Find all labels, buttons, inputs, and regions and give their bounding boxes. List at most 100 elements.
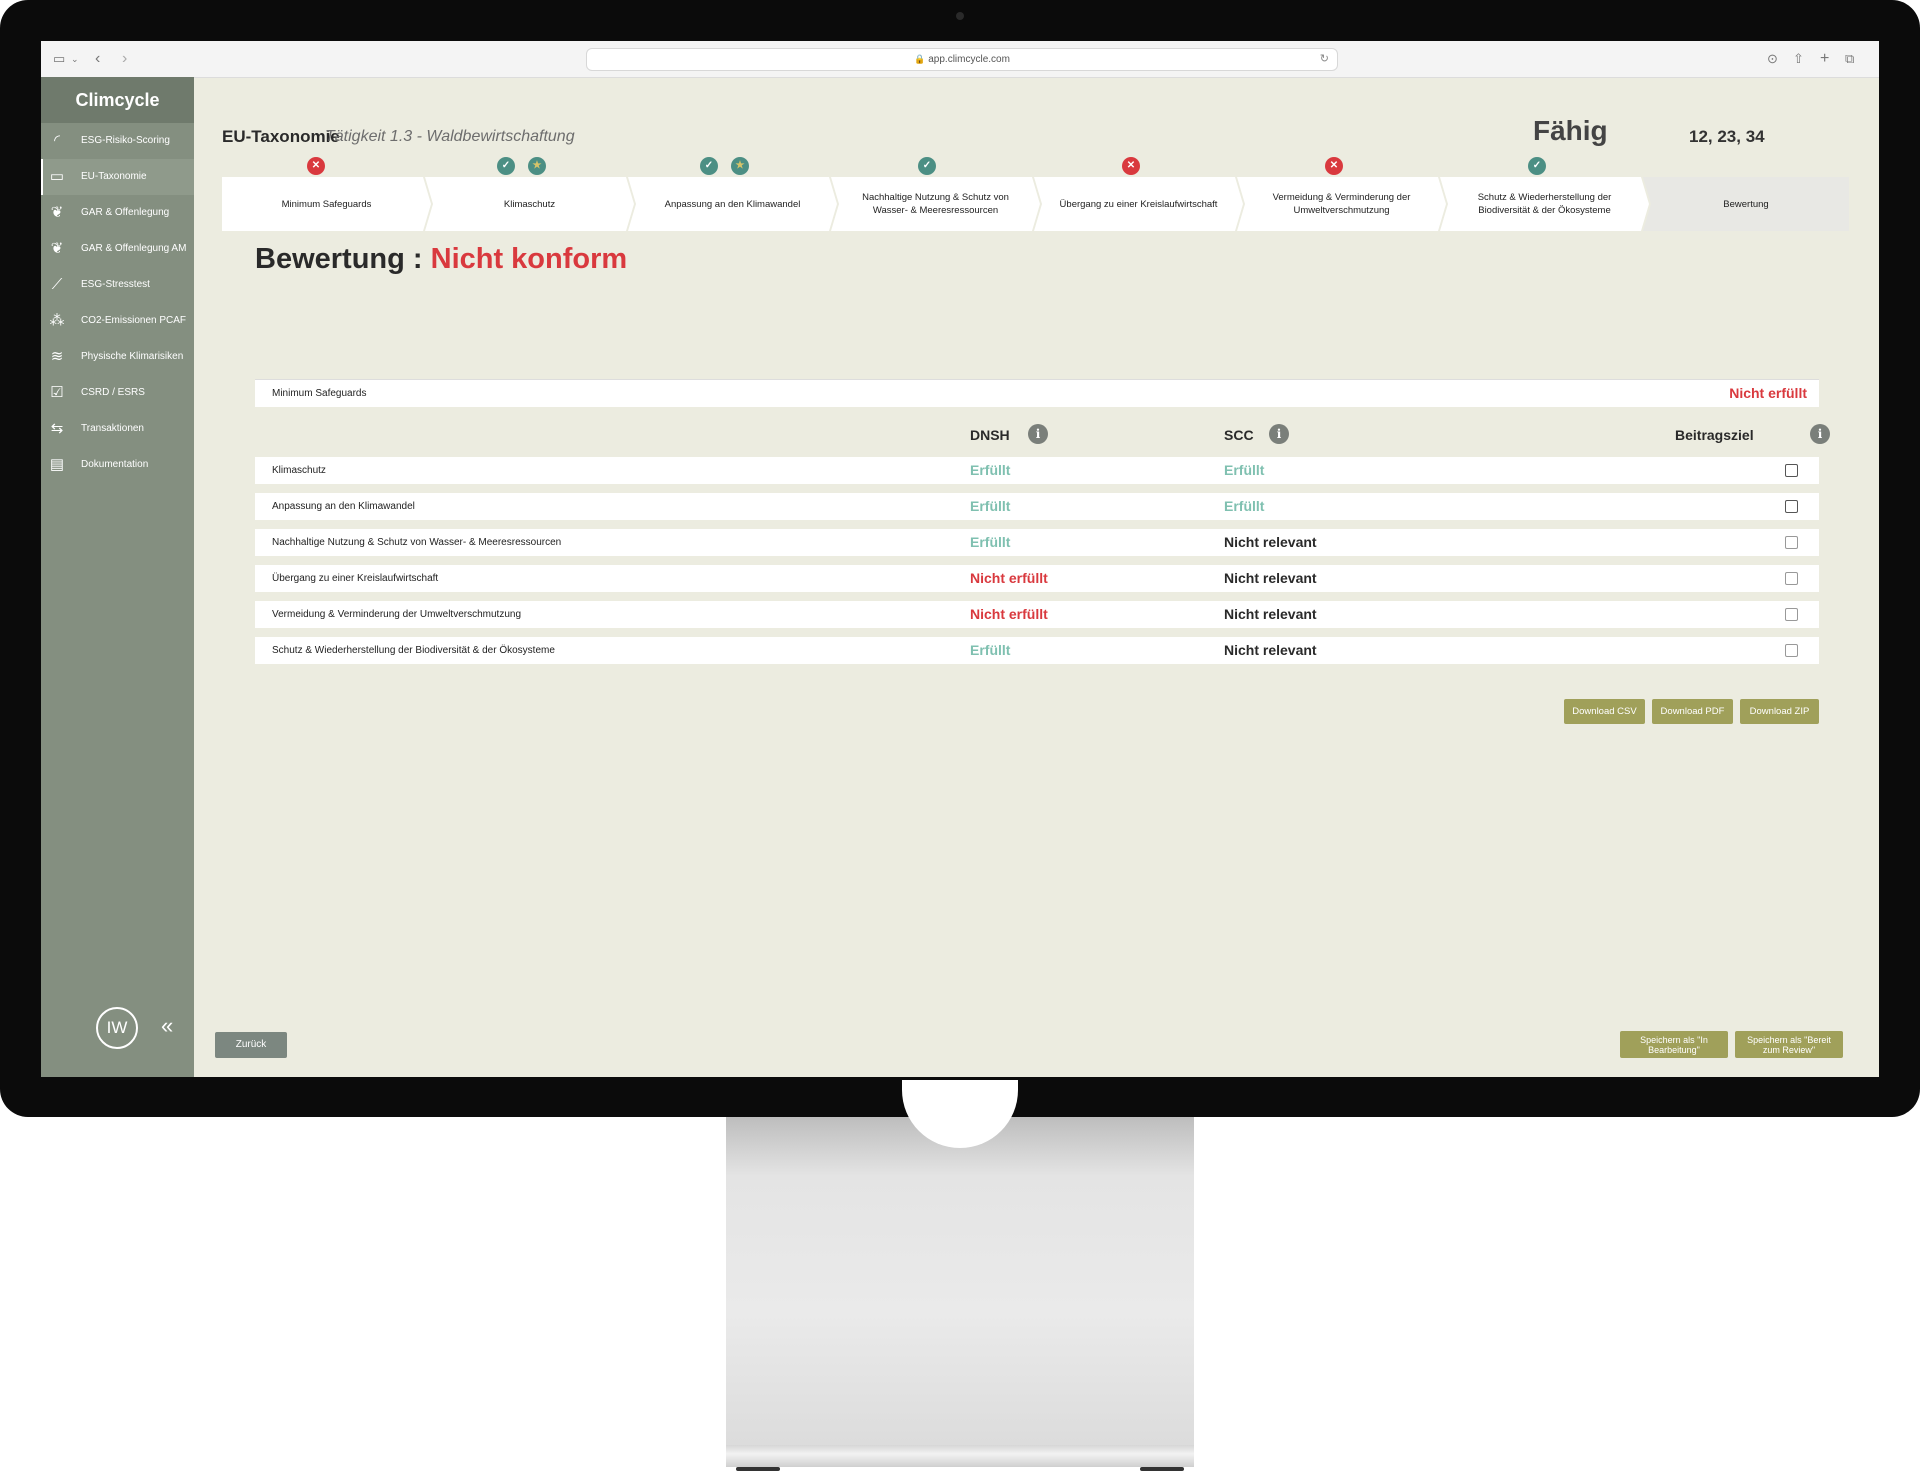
- download-pdf-button[interactable]: Download PDF: [1652, 699, 1733, 724]
- forward-icon[interactable]: ›: [122, 50, 127, 68]
- chevron-down-icon[interactable]: ⌄: [71, 50, 79, 68]
- step-label: Nachhaltige Nutzung & Schutz von Wasser-…: [862, 192, 1009, 216]
- beitragsziel-checkbox[interactable]: [1785, 464, 1798, 477]
- info-icon[interactable]: i: [1810, 424, 1830, 444]
- table-row: Nachhaltige Nutzung & Schutz von Wasser-…: [255, 529, 1819, 556]
- column-header-beitragsziel: Beitragsziel: [1675, 427, 1754, 443]
- check-icon: ✓: [1528, 157, 1546, 175]
- table-row: Vermeidung & Verminderung der Umweltvers…: [255, 601, 1819, 628]
- dnsh-status: Nicht erfüllt: [970, 570, 1048, 586]
- star-icon: ★: [528, 157, 546, 175]
- row-label: Vermeidung & Verminderung der Umweltvers…: [272, 609, 522, 620]
- reload-icon[interactable]: ↻: [1320, 49, 1329, 70]
- sidebar-item-label: ESG-Stresstest: [81, 279, 150, 290]
- sidebar-item-co2-emissionen[interactable]: ⁂ CO2-Emissionen PCAF: [41, 303, 194, 339]
- check-icon: ✓: [918, 157, 936, 175]
- back-button[interactable]: Zurück: [215, 1032, 287, 1058]
- eligibility-status: Fähig: [1533, 115, 1608, 146]
- check-icon: ✓: [497, 157, 515, 175]
- sidebar-item-label: Dokumentation: [81, 459, 149, 470]
- checklist-icon: ☑: [50, 384, 64, 401]
- scc-status: Erfüllt: [1224, 498, 1265, 514]
- step-klimaschutz[interactable]: Klimaschutz: [425, 177, 634, 231]
- share-icon[interactable]: ⇧: [1793, 50, 1804, 68]
- step-umweltverschmutzung[interactable]: Vermeidung & Verminderung der Umweltvers…: [1237, 177, 1446, 231]
- collapse-sidebar-icon[interactable]: «: [161, 1015, 173, 1037]
- new-tab-icon[interactable]: +: [1820, 50, 1829, 68]
- step-label: Übergang zu einer Kreislaufwirtschaft: [1059, 198, 1218, 210]
- step-minimum-safeguards[interactable]: Minimum Safeguards: [222, 177, 431, 231]
- row-label: Minimum Safeguards: [272, 388, 367, 399]
- step-navigation: Minimum Safeguards Klimaschutz Anpassung…: [222, 177, 1849, 231]
- row-label: Übergang zu einer Kreislaufwirtschaft: [272, 573, 439, 584]
- arrows-swap-icon: ⇆: [50, 420, 64, 437]
- logo[interactable]: Climcycle: [41, 77, 194, 123]
- beitragsziel-checkbox[interactable]: [1785, 608, 1798, 621]
- error-icon: ✕: [1122, 157, 1140, 175]
- address-bar[interactable]: 🔒 app.climcycle.com ↻: [586, 48, 1338, 71]
- table-row: Schutz & Wiederherstellung der Biodivers…: [255, 637, 1819, 664]
- minimum-safeguards-status: Nicht erfüllt: [1729, 385, 1807, 401]
- beitragsziel-checkbox[interactable]: [1785, 644, 1798, 657]
- monitor-stand-foot: [726, 1445, 1194, 1467]
- info-icon[interactable]: i: [1269, 424, 1289, 444]
- monitor-stand: [726, 1117, 1194, 1445]
- step-label: Bewertung: [1723, 198, 1769, 210]
- sidebar-item-label: CO2-Emissionen PCAF: [81, 315, 187, 326]
- dnsh-status: Erfüllt: [970, 498, 1011, 514]
- beitragsziel-checkbox[interactable]: [1785, 536, 1798, 549]
- info-icon[interactable]: i: [1028, 424, 1048, 444]
- sidebar-item-label: Physische Klimarisiken: [81, 351, 184, 362]
- scc-status: Nicht relevant: [1224, 606, 1317, 622]
- sidebar-toggle-icon[interactable]: ▭: [53, 50, 65, 68]
- tabs-overview-icon[interactable]: ⧉: [1845, 50, 1854, 68]
- dnsh-status: Erfüllt: [970, 462, 1011, 478]
- save-in-progress-button[interactable]: Speichern als "In Bearbeitung": [1620, 1031, 1728, 1058]
- download-zip-button[interactable]: Download ZIP: [1740, 699, 1819, 724]
- step-biodiversitaet[interactable]: Schutz & Wiederherstellung der Biodivers…: [1440, 177, 1649, 231]
- sidebar-item-label: GAR & Offenlegung: [81, 207, 170, 218]
- assessment-title: Bewertung : Nicht konform: [255, 243, 627, 276]
- scc-status: Nicht relevant: [1224, 534, 1317, 550]
- footprint-icon: ⁂: [49, 312, 65, 329]
- sidebar-item-esg-stresstest[interactable]: ⟋ ESG-Stresstest: [41, 267, 194, 303]
- sidebar-item-dokumentation[interactable]: ▤ Dokumentation: [41, 447, 194, 483]
- error-icon: ✕: [307, 157, 325, 175]
- lock-icon: 🔒: [914, 54, 926, 64]
- step-label: Klimaschutz: [503, 198, 556, 210]
- avatar[interactable]: IW: [96, 1007, 138, 1049]
- download-icon[interactable]: ⊙: [1767, 50, 1778, 68]
- sidebar-item-eu-taxonomie[interactable]: ▭ EU-Taxonomie: [41, 159, 194, 195]
- step-kreislaufwirtschaft[interactable]: Übergang zu einer Kreislaufwirtschaft: [1034, 177, 1243, 231]
- sidebar-item-gar-offenlegung-am[interactable]: ❦ GAR & Offenlegung AM: [41, 231, 194, 267]
- browser-toolbar: ▭ ⌄ ‹ › 🔒 app.climcycle.com ↻ ⊙ ⇧ + ⧉: [41, 41, 1879, 78]
- save-ready-for-review-button[interactable]: Speichern als "Bereit zum Review": [1735, 1031, 1843, 1058]
- table-row: Klimaschutz Erfüllt Erfüllt: [255, 457, 1819, 484]
- sidebar-item-csrd-esrs[interactable]: ☑ CSRD / ESRS: [41, 375, 194, 411]
- camera-dot: [956, 12, 964, 20]
- beitragsziel-checkbox[interactable]: [1785, 572, 1798, 585]
- dnsh-status: Erfüllt: [970, 642, 1011, 658]
- step-label: Anpassung an den Klimawandel: [664, 198, 801, 210]
- step-label: Vermeidung & Verminderung der Umweltvers…: [1272, 192, 1411, 216]
- step-label: Minimum Safeguards: [281, 198, 372, 210]
- column-header-dnsh: DNSH: [970, 427, 1010, 443]
- row-label: Nachhaltige Nutzung & Schutz von Wasser-…: [272, 537, 562, 548]
- star-icon: ★: [731, 157, 749, 175]
- step-bewertung[interactable]: Bewertung: [1643, 177, 1849, 231]
- scc-status: Nicht relevant: [1224, 642, 1317, 658]
- sidebar-item-transaktionen[interactable]: ⇆ Transaktionen: [41, 411, 194, 447]
- sidebar-item-gar-offenlegung[interactable]: ❦ GAR & Offenlegung: [41, 195, 194, 231]
- scc-status: Nicht relevant: [1224, 570, 1317, 586]
- scc-status: Erfüllt: [1224, 462, 1265, 478]
- back-icon[interactable]: ‹: [95, 50, 100, 68]
- beitragsziel-checkbox[interactable]: [1785, 500, 1798, 513]
- step-anpassung[interactable]: Anpassung an den Klimawandel: [628, 177, 837, 231]
- sidebar-item-physische-klimarisiken[interactable]: ≋ Physische Klimarisiken: [41, 339, 194, 375]
- step-wasser[interactable]: Nachhaltige Nutzung & Schutz von Wasser-…: [831, 177, 1040, 231]
- sidebar-item-esg-risiko-scoring[interactable]: ◜ ESG-Risiko-Scoring: [41, 123, 194, 159]
- stand-foot-pad: [1140, 1467, 1184, 1471]
- download-csv-button[interactable]: Download CSV: [1564, 699, 1645, 724]
- chart-line-icon: ⟋: [51, 276, 63, 293]
- sidebar-item-label: Transaktionen: [81, 423, 144, 434]
